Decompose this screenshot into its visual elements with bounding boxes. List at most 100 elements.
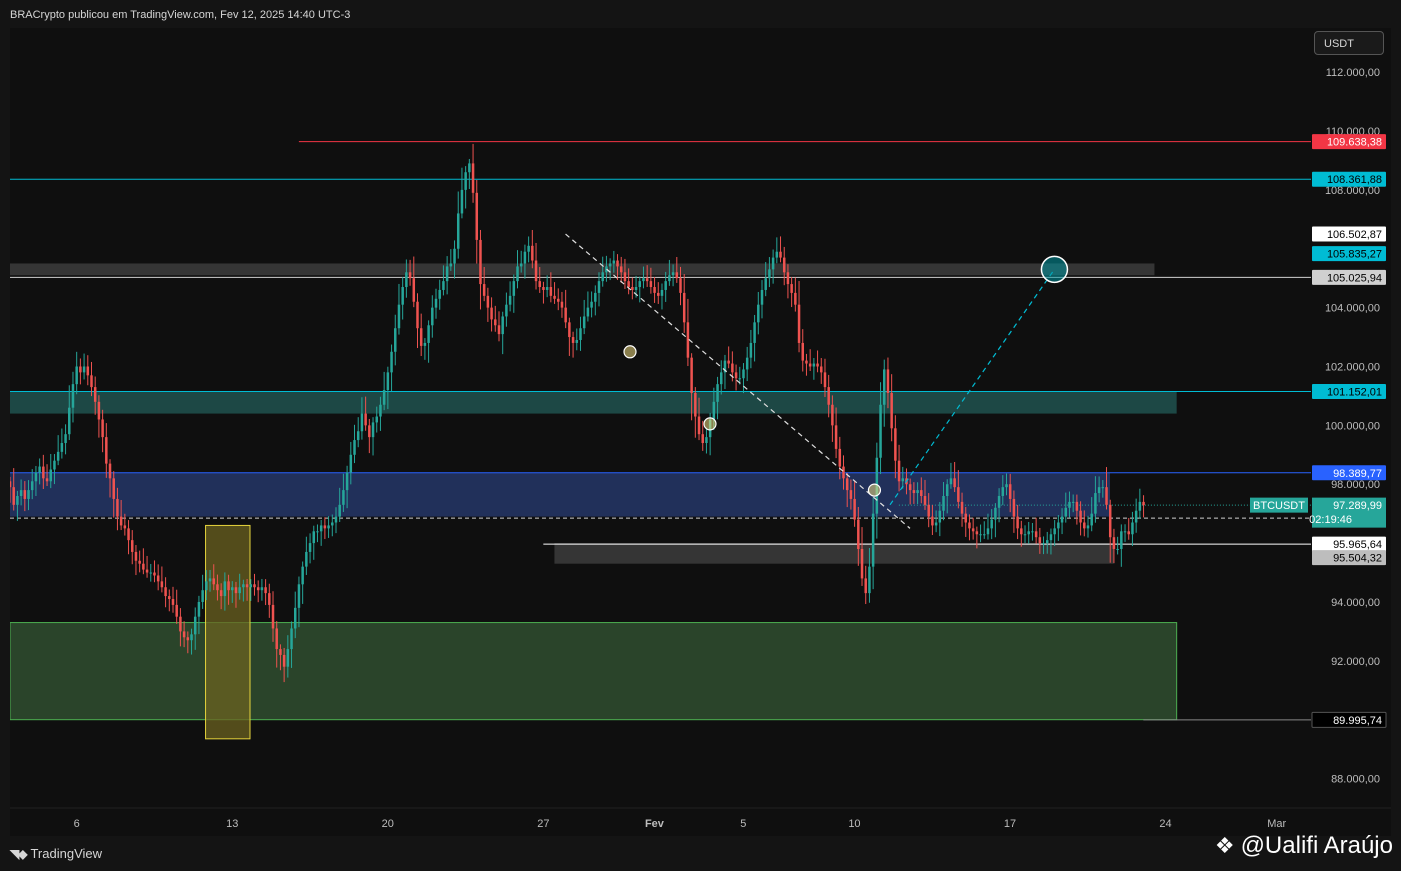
candle-body (545, 287, 549, 290)
candle-body (231, 587, 234, 591)
touch-point-marker (623, 345, 637, 359)
candle-body (97, 401, 101, 420)
candle-body (416, 301, 419, 329)
candle-body (912, 490, 916, 494)
candle-body (1008, 484, 1012, 499)
candle-body (997, 496, 1001, 508)
chart-area[interactable]: 112.000,00 110.000,00 108.000,00 104.000,00… (10, 28, 1391, 836)
candle-body (382, 390, 386, 405)
candle-body (419, 328, 423, 346)
zone-teal-zone (10, 391, 1177, 414)
candle-body (245, 584, 249, 588)
candle-body (675, 272, 679, 279)
candle-body (823, 372, 827, 388)
candle-body (142, 563, 145, 570)
candle-body (868, 566, 871, 594)
candle-body (864, 578, 867, 594)
candle-body (586, 307, 590, 317)
candle-body (690, 357, 693, 393)
zones-layer (10, 263, 1178, 740)
candle-body (119, 516, 123, 526)
price-axis-tick: 102.000,00 (1325, 361, 1380, 373)
candle-body (794, 292, 797, 305)
candle-body (957, 487, 960, 502)
candle-body (471, 163, 475, 193)
candle-body (1079, 510, 1082, 523)
candle-body (260, 587, 264, 591)
candle-body (379, 404, 382, 417)
candle-body (790, 284, 793, 293)
candle-body (253, 584, 256, 588)
candle-body (449, 263, 453, 267)
candle-body (75, 366, 78, 385)
candle-body (971, 528, 975, 532)
candle-body (590, 301, 593, 308)
candle-body (349, 454, 353, 473)
time-axis-tick: 24 (1159, 818, 1171, 830)
candle-body (79, 366, 82, 373)
tradingview-mark-icon: ◥◆ (10, 846, 27, 861)
candle-body (938, 510, 942, 523)
candle-body (897, 460, 901, 482)
candle-body (682, 292, 686, 323)
candle-body (931, 516, 934, 526)
candle-body (890, 392, 893, 429)
candle-body (994, 507, 997, 520)
candle-body (812, 363, 816, 367)
candle-body (990, 519, 993, 529)
candle-body (634, 287, 638, 290)
candle-body (153, 572, 156, 576)
price-level-label: 108.361,88 (1327, 174, 1382, 186)
watermark-text: @Ualifi Araújo (1240, 832, 1393, 859)
zone-yellow-box (205, 524, 251, 740)
candle-body (849, 490, 853, 499)
candle-body (197, 601, 201, 617)
candle-body (779, 251, 782, 258)
candle-body (186, 637, 190, 641)
candle-body (30, 481, 34, 491)
candle-body (1045, 540, 1049, 544)
candle-body (557, 298, 560, 302)
candle-body (460, 189, 464, 214)
candle-body (927, 504, 930, 517)
currency-selector-button[interactable]: USDT (1314, 31, 1384, 55)
time-axis-tick: 10 (848, 818, 860, 830)
tradingview-logo[interactable]: ◥◆ TradingView (10, 846, 102, 861)
candle-body (371, 422, 375, 438)
candle-body (160, 581, 164, 588)
candle-body (1120, 531, 1123, 549)
candle-body (519, 263, 523, 267)
candle-body (697, 416, 701, 435)
candle-body (923, 496, 927, 505)
candle-body (56, 451, 60, 461)
candlestick-chart[interactable]: 112.000,00110.000,00108.000,00104.000,00… (10, 28, 1391, 836)
candle-body (568, 322, 571, 338)
candle-body (475, 192, 479, 240)
candle-body (1090, 513, 1093, 526)
candle-body (842, 466, 845, 479)
candle-body (193, 616, 197, 635)
candle-body (1071, 501, 1075, 503)
candle-body (886, 369, 890, 393)
author-watermark: ❖ @Ualifi Araújo (1215, 832, 1393, 860)
candle-body (712, 401, 716, 420)
candle-body (805, 360, 808, 364)
candle-body (190, 634, 193, 641)
candle-body (10, 481, 12, 488)
candle-body (1053, 528, 1056, 535)
candle-body (45, 478, 49, 482)
candle-body (679, 278, 682, 293)
price-axis-tick: 104.000,00 (1325, 303, 1380, 315)
candle-body (497, 325, 501, 335)
candle-body (508, 295, 512, 305)
candle-body (916, 490, 919, 494)
candle-body (986, 528, 990, 535)
candle-body (597, 281, 601, 293)
candle-body (105, 437, 108, 464)
candle-body (12, 487, 15, 505)
candle-body (564, 307, 567, 323)
candle-body (390, 351, 393, 373)
candle-body (482, 284, 486, 296)
price-axis-tick: 94.000,00 (1331, 597, 1380, 609)
candle-body (68, 407, 71, 435)
